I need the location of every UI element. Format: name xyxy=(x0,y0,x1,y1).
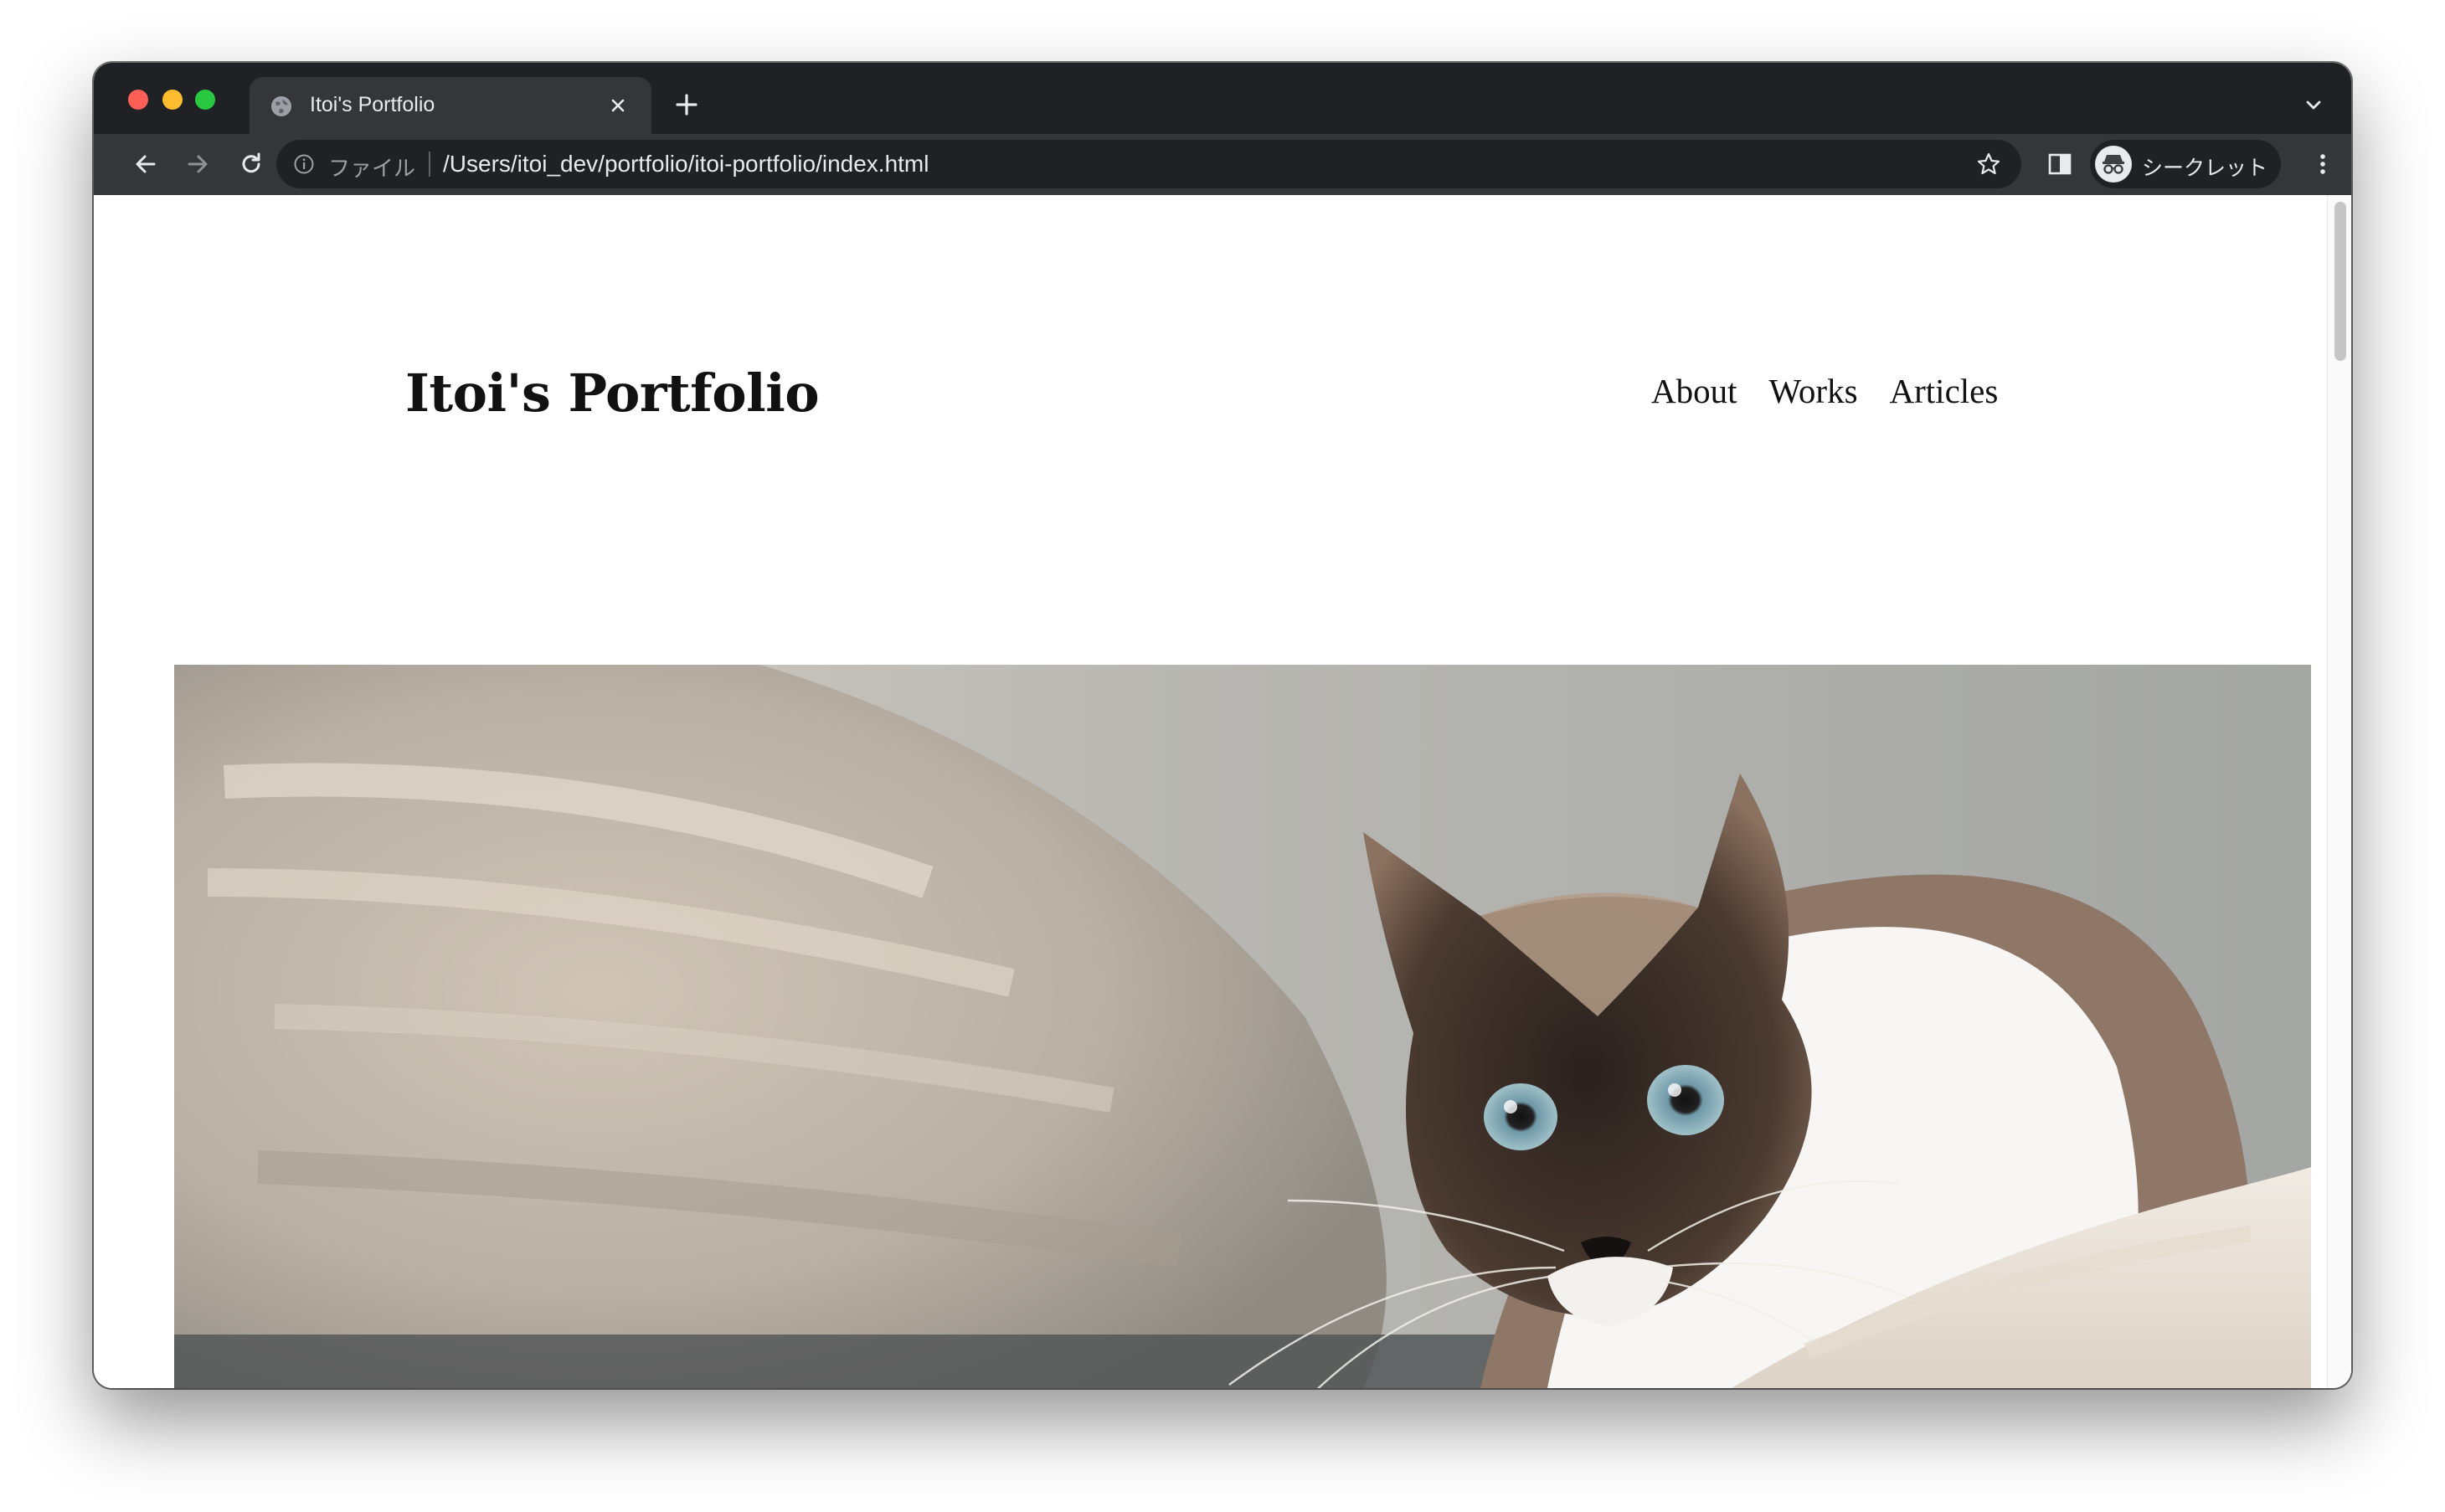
page-viewport: Itoi's Portfolio About Works Articles xyxy=(94,195,2351,1388)
nav-link-works[interactable]: Works xyxy=(1769,371,1858,411)
vertical-scrollbar[interactable] xyxy=(2327,195,2351,1388)
hero-image xyxy=(174,665,2311,1388)
kebab-menu-icon[interactable] xyxy=(2308,149,2338,179)
url-text[interactable]: /Users/itoi_dev/portfolio/itoi-portfolio… xyxy=(443,151,929,177)
site-nav: About Works Articles xyxy=(1651,371,1998,411)
reload-icon[interactable] xyxy=(236,149,266,179)
close-tab-icon[interactable] xyxy=(605,92,631,119)
site-title[interactable]: Itoi's Portfolio xyxy=(405,363,820,424)
incognito-profile-button[interactable]: シークレット xyxy=(2090,140,2281,188)
bookmark-star-icon[interactable] xyxy=(1976,152,2001,177)
nav-link-about[interactable]: About xyxy=(1651,371,1737,411)
globe-icon xyxy=(271,96,291,116)
maximize-window-button[interactable] xyxy=(195,90,215,110)
side-panel-icon[interactable] xyxy=(2045,149,2075,179)
address-bar[interactable]: ファイル /Users/itoi_dev/portfolio/itoi-port… xyxy=(276,140,2021,188)
cat-photo xyxy=(174,665,2311,1388)
back-arrow-icon[interactable] xyxy=(131,149,161,179)
active-tab[interactable]: Itoi's Portfolio xyxy=(250,77,651,134)
forward-arrow-icon[interactable] xyxy=(183,149,213,179)
browser-window: Itoi's Portfolio ファイル /Users/itoi_dev/po… xyxy=(94,63,2351,1388)
incognito-icon xyxy=(2095,146,2132,183)
minimize-window-button[interactable] xyxy=(162,90,183,110)
scheme-label: ファイル xyxy=(328,157,416,182)
tab-strip: Itoi's Portfolio xyxy=(94,63,2351,134)
tab-title: Itoi's Portfolio xyxy=(310,93,435,116)
scrollbar-thumb[interactable] xyxy=(2334,202,2346,361)
address-divider xyxy=(429,152,430,177)
new-tab-icon[interactable] xyxy=(672,90,701,119)
browser-toolbar: ファイル /Users/itoi_dev/portfolio/itoi-port… xyxy=(94,134,2351,195)
info-icon[interactable] xyxy=(293,153,315,175)
nav-link-articles[interactable]: Articles xyxy=(1890,371,1999,411)
chevron-down-icon[interactable] xyxy=(2301,92,2326,117)
close-window-button[interactable] xyxy=(128,90,148,110)
incognito-label: シークレット xyxy=(2142,156,2268,180)
